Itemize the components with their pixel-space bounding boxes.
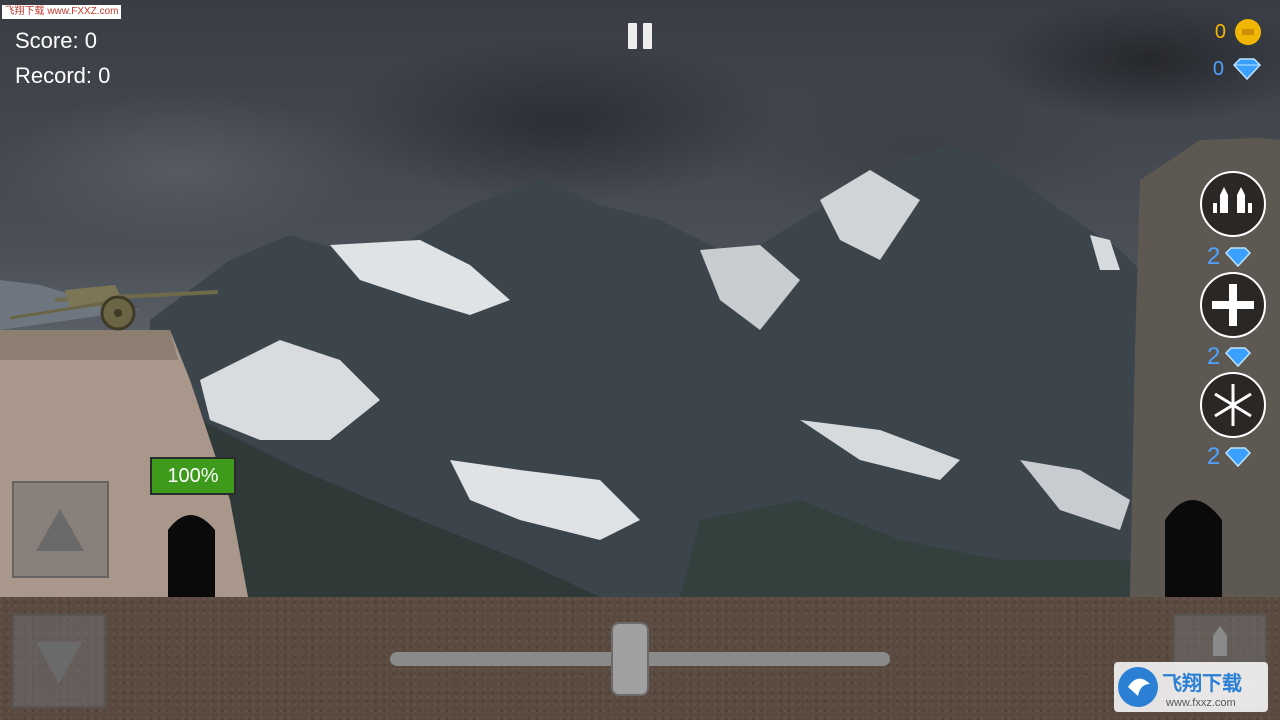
up-arrow-icon — [36, 509, 84, 551]
record-label: Record: 0 — [15, 63, 111, 88]
diamond-icon — [1232, 58, 1262, 81]
coin-icon — [1235, 19, 1261, 45]
pause-icon — [628, 23, 637, 49]
diamond-icon — [1225, 447, 1252, 468]
freeze-cost: 2 — [1207, 443, 1252, 471]
freeze-powerup-button[interactable] — [1200, 372, 1266, 438]
coin-count: 0 — [1214, 20, 1226, 43]
missiles-cost: 2 — [1207, 243, 1252, 271]
coin-counter: 0 — [1215, 18, 1262, 46]
move-up-button[interactable] — [12, 481, 109, 578]
diamond-counter: 0 — [1213, 57, 1262, 81]
diamond-icon — [1225, 347, 1252, 368]
watermark-top: 飞翔下载 www.FXXZ.com — [2, 5, 121, 19]
plus-icon — [1212, 284, 1254, 326]
pause-button[interactable] — [628, 23, 654, 49]
watermark-brand: 飞翔下载 — [1162, 671, 1242, 695]
watermark-url: www.fxxz.com — [1165, 697, 1236, 709]
health-indicator: 100% — [150, 457, 236, 495]
repair-cost: 2 — [1207, 343, 1252, 371]
move-down-button[interactable] — [12, 614, 106, 708]
game-scene — [0, 0, 1280, 720]
aim-slider-thumb[interactable] — [611, 622, 649, 696]
repair-powerup-button[interactable] — [1200, 272, 1266, 338]
missiles-icon — [1213, 187, 1252, 213]
down-arrow-icon — [36, 642, 82, 684]
watermark-badge: 飞翔下载 www.fxxz.com — [1114, 662, 1268, 712]
score-label: Score: 0 — [15, 28, 97, 53]
diamond-count: 0 — [1212, 57, 1224, 80]
snowflake-icon — [1214, 384, 1252, 426]
missiles-powerup-button[interactable] — [1200, 171, 1266, 237]
diamond-icon — [1225, 247, 1252, 268]
